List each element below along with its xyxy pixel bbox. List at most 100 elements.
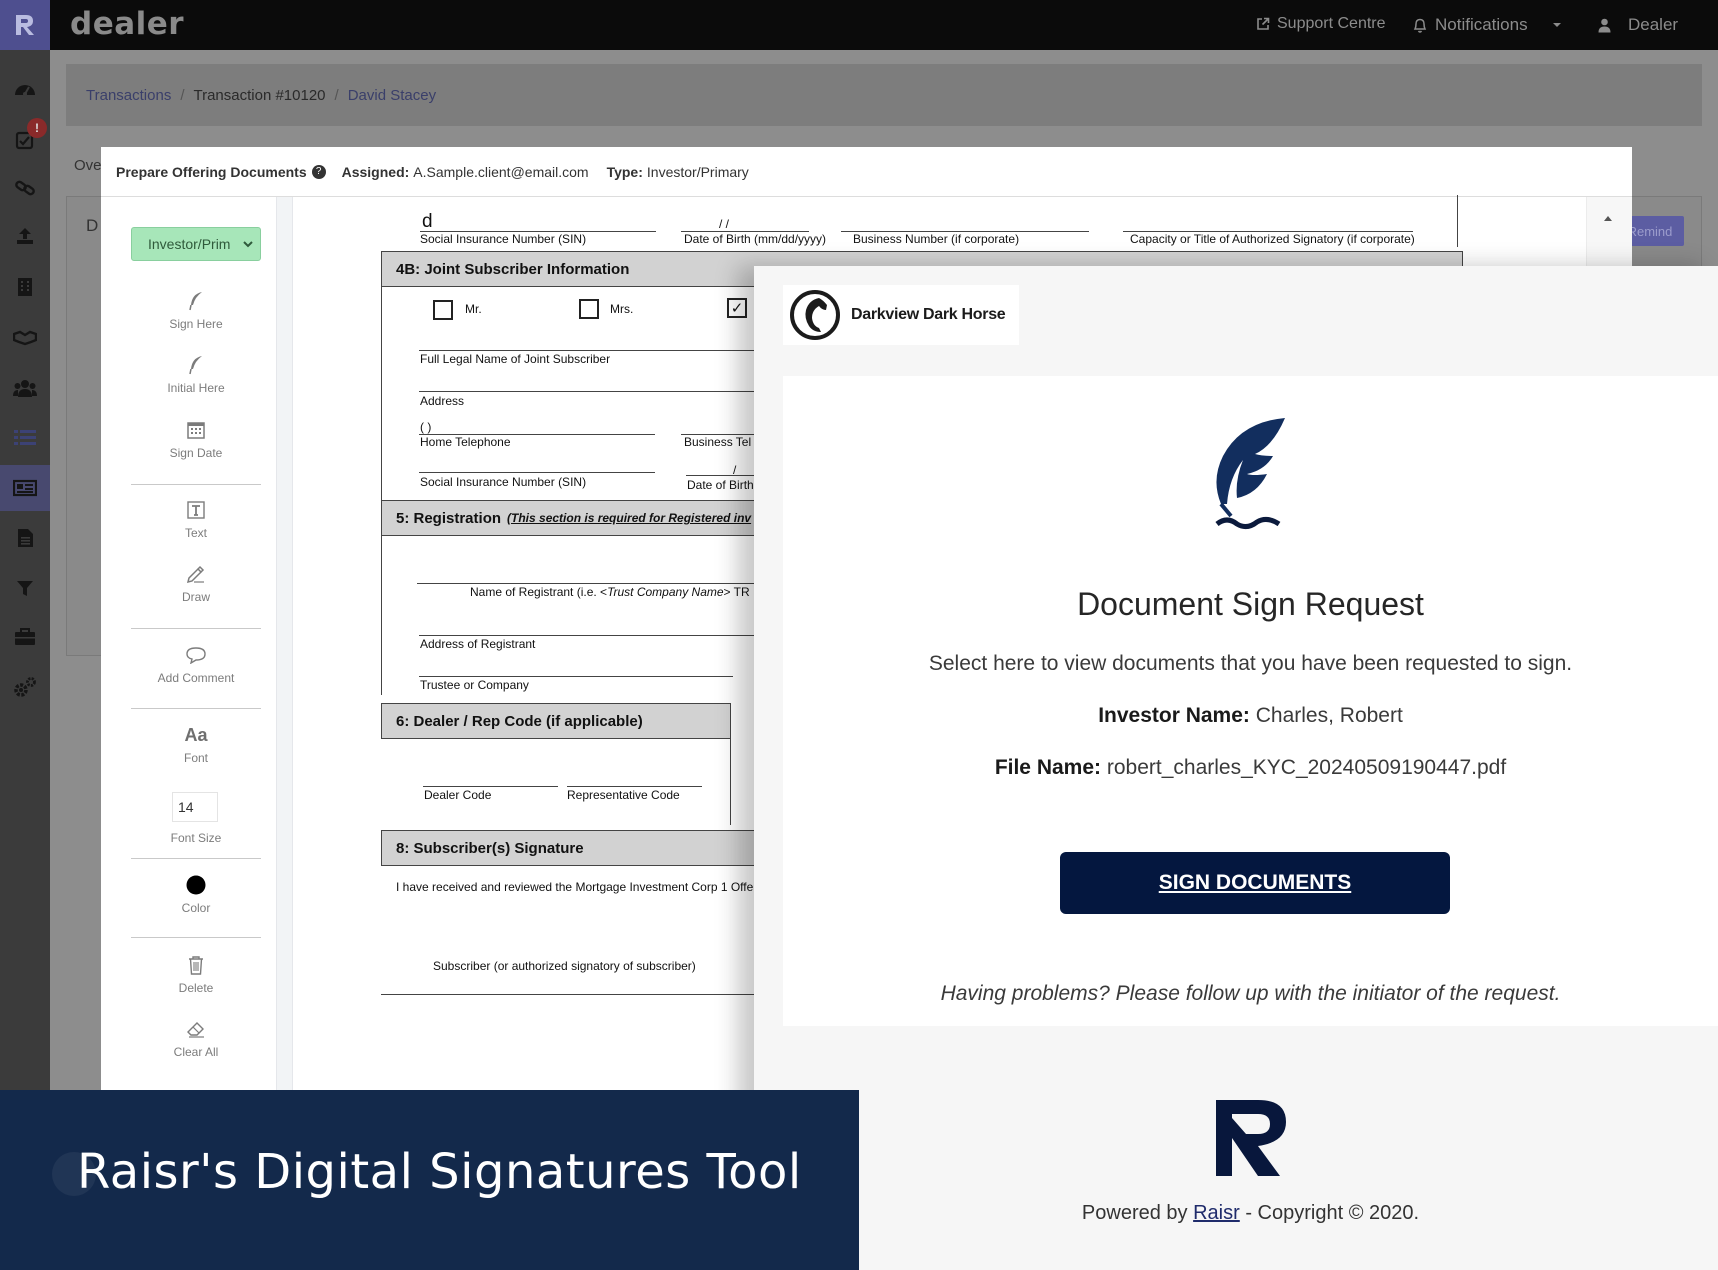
nav-links[interactable] xyxy=(13,176,37,200)
nav-deals[interactable] xyxy=(13,326,37,350)
investor-name-label: Investor Name: xyxy=(1098,704,1250,727)
dealer-code-label: Dealer Code xyxy=(424,788,492,802)
briefcase-icon xyxy=(15,628,35,645)
text-box-icon xyxy=(187,501,205,519)
form-line xyxy=(417,583,761,584)
breadcrumb-transactions[interactable]: Transactions xyxy=(86,87,171,104)
nav-news[interactable] xyxy=(13,476,37,500)
bell-icon xyxy=(1413,18,1427,33)
user-menu[interactable]: Dealer xyxy=(1598,15,1678,35)
tool-sign-here[interactable]: Sign Here xyxy=(131,289,261,331)
tab-overview[interactable]: Ove xyxy=(74,157,102,174)
investor-name-row: Investor Name: Charles, Robert xyxy=(783,704,1718,728)
chevron-down-icon xyxy=(243,241,253,248)
form-line xyxy=(419,635,761,636)
mr-checkbox[interactable] xyxy=(433,300,453,320)
company-logo: Darkview Dark Horse xyxy=(783,285,1019,345)
modal-title: Prepare Offering Documents xyxy=(116,163,307,180)
external-link-icon xyxy=(1257,17,1270,30)
tool-font-label: Font xyxy=(183,751,208,765)
scroll-up-icon[interactable] xyxy=(1603,214,1613,222)
nav-documents[interactable] xyxy=(13,526,37,550)
tool-delete-label: Delete xyxy=(178,981,214,995)
assigned-value: A.Sample.client@email.com xyxy=(413,163,589,180)
company-name: Darkview Dark Horse xyxy=(851,306,1006,323)
tool-clear-all[interactable]: Clear All xyxy=(131,1017,261,1059)
tool-initial-here[interactable]: Initial Here xyxy=(131,353,261,395)
role-select[interactable]: Investor/Prim xyxy=(131,227,261,261)
toolbox-divider xyxy=(131,858,261,859)
section-5-title: 5: Registration xyxy=(396,509,502,527)
joint-checkbox-checked[interactable]: ✓ xyxy=(727,298,747,318)
handshake-icon xyxy=(13,330,37,346)
calendar-icon xyxy=(187,422,205,439)
gears-icon xyxy=(14,677,36,697)
email-subtitle[interactable]: Select here to view documents that you h… xyxy=(783,652,1718,676)
support-centre-link[interactable]: Support Centre xyxy=(1256,15,1386,33)
check-mark-icon: ✓ xyxy=(730,300,744,317)
nav-portfolio[interactable] xyxy=(13,625,37,649)
form-line xyxy=(419,676,733,677)
nav-upload[interactable] xyxy=(13,224,37,248)
modal-header: Prepare Offering Documents ? Assigned: A… xyxy=(101,147,1632,197)
tool-delete[interactable]: Delete xyxy=(131,953,261,995)
mr-label: Mr. xyxy=(465,302,482,316)
nav-filter[interactable] xyxy=(13,577,37,601)
horse-logo-icon xyxy=(790,290,840,340)
tool-color[interactable]: Color xyxy=(131,873,261,915)
notifications-menu[interactable]: Notifications xyxy=(1412,15,1567,35)
email-title: Document Sign Request xyxy=(1077,586,1424,622)
email-content-card: Document Sign Request Select here to vie… xyxy=(783,376,1718,1026)
top-business-number-label: Business Number (if corporate) xyxy=(853,232,1020,246)
nav-settings[interactable] xyxy=(13,676,37,700)
app-logo[interactable] xyxy=(0,0,50,50)
assigned-label: Assigned: xyxy=(341,163,410,180)
quill-icon xyxy=(1215,418,1285,530)
sign-documents-button[interactable]: SIGN DOCUMENTS xyxy=(1060,852,1450,914)
help-icon[interactable]: ? xyxy=(311,164,326,179)
raisr-logo-icon xyxy=(16,15,34,35)
support-centre-label: Support Centre xyxy=(1277,15,1386,32)
tool-text[interactable]: Text xyxy=(131,498,261,540)
sign-request-email: Darkview Dark Horse Document Sign Reques… xyxy=(754,266,1718,1270)
nav-users[interactable] xyxy=(13,376,37,400)
email-help-text: Having problems? Please follow up with t… xyxy=(940,982,1561,1005)
breadcrumb-investor[interactable]: David Stacey xyxy=(348,87,436,104)
tool-color-label: Color xyxy=(181,901,211,915)
business-telephone-label: Business Tel xyxy=(684,435,752,449)
file-name-row: File Name: robert_charles_KYC_2024050919… xyxy=(783,756,1718,780)
tool-sign-date[interactable]: Sign Date xyxy=(131,418,261,460)
notifications-label: Notifications xyxy=(1435,15,1528,34)
dashboard-gauge-icon xyxy=(15,85,35,96)
type-label: Type: xyxy=(606,163,643,180)
tool-clear-all-label: Clear All xyxy=(173,1045,219,1059)
title-banner: Raisr's Digital Signatures Tool xyxy=(0,1090,859,1270)
sin-entered-value[interactable]: d xyxy=(422,211,433,233)
section-5-note: (This section is required for Registered… xyxy=(507,511,752,525)
trash-icon xyxy=(189,956,203,975)
tool-add-comment[interactable]: Add Comment xyxy=(131,643,261,685)
tool-initial-here-label: Initial Here xyxy=(167,381,225,395)
nav-buildings[interactable] xyxy=(13,275,37,299)
building-icon xyxy=(18,278,32,296)
form-line xyxy=(419,391,759,392)
raisr-link[interactable]: Raisr xyxy=(1193,1202,1240,1224)
mrs-checkbox[interactable] xyxy=(579,299,599,319)
pencil-icon xyxy=(186,565,205,584)
tool-font[interactable]: Aa Font xyxy=(131,723,261,766)
eraser-icon xyxy=(187,1022,204,1038)
tool-draw[interactable]: Draw xyxy=(131,562,261,604)
toolbox-divider xyxy=(131,937,261,938)
powered-by-suffix: - Copyright © 2020. xyxy=(1245,1202,1420,1224)
registrant-address-label: Address of Registrant xyxy=(420,637,536,651)
comment-bubble-icon xyxy=(186,647,206,664)
nav-dashboard[interactable] xyxy=(13,77,37,101)
panel-title: D xyxy=(86,216,99,235)
form-border xyxy=(730,703,731,825)
feather-pen-icon xyxy=(189,292,202,311)
dob-slashes: / / xyxy=(719,217,730,231)
font-size-input[interactable]: 14 xyxy=(172,792,218,822)
home-telephone-label: Home Telephone xyxy=(420,435,511,449)
breadcrumb: Transactions / Transaction #10120 / Davi… xyxy=(66,64,1702,126)
nav-list[interactable] xyxy=(13,426,37,450)
